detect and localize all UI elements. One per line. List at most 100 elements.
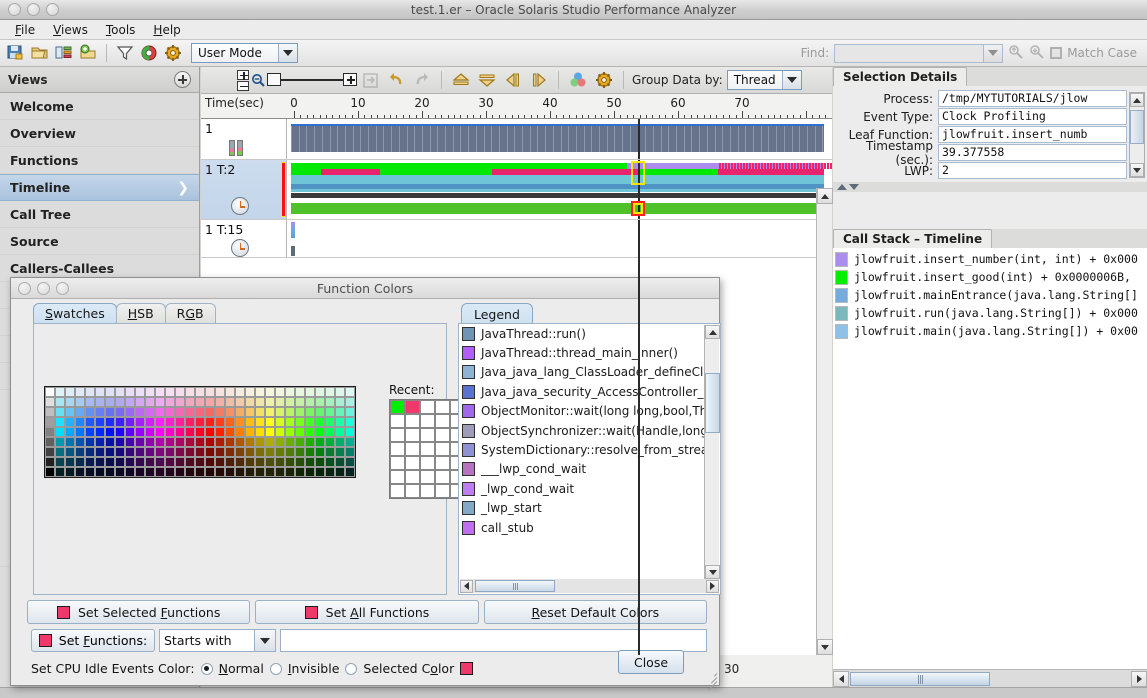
scroll-thumb[interactable] [850, 671, 990, 686]
legend-color-swatch[interactable] [462, 326, 475, 341]
color-swatch[interactable] [255, 437, 265, 447]
color-swatch[interactable] [185, 387, 195, 397]
color-swatch[interactable] [195, 387, 205, 397]
color-swatch[interactable] [185, 397, 195, 407]
filter-icon[interactable] [114, 42, 136, 64]
color-swatch[interactable] [85, 437, 95, 447]
menu-help[interactable]: Help [144, 21, 189, 39]
color-swatch[interactable] [235, 467, 245, 477]
legend-color-swatch[interactable] [462, 443, 475, 458]
timeline-row-label-t15[interactable]: 1 T:15 [201, 220, 287, 261]
color-swatch[interactable] [315, 457, 325, 467]
color-swatch[interactable] [105, 407, 115, 417]
legend-color-swatch[interactable] [462, 462, 475, 477]
color-swatch[interactable] [305, 427, 315, 437]
color-swatch[interactable] [305, 407, 315, 417]
color-swatch[interactable] [155, 407, 165, 417]
search-input[interactable] [834, 43, 985, 63]
add-experiment-icon[interactable] [77, 42, 99, 64]
color-swatch[interactable] [245, 397, 255, 407]
list-item[interactable]: Java_java_lang_ClassLoader_defineCla [459, 363, 711, 382]
color-swatch[interactable] [295, 387, 305, 397]
color-swatch[interactable] [265, 387, 275, 397]
color-swatch[interactable] [185, 407, 195, 417]
color-swatch[interactable] [335, 417, 345, 427]
color-swatch[interactable] [165, 447, 175, 457]
color-swatch[interactable] [315, 437, 325, 447]
color-swatch[interactable] [75, 417, 85, 427]
color-swatch[interactable] [105, 417, 115, 427]
color-swatch[interactable] [75, 457, 85, 467]
color-swatch[interactable] [255, 427, 265, 437]
color-swatch[interactable] [195, 437, 205, 447]
call-stack-horizontal-scrollbar[interactable] [833, 669, 1147, 687]
color-swatch[interactable] [335, 407, 345, 417]
color-swatch[interactable] [205, 457, 215, 467]
recent-color-swatch[interactable] [420, 470, 435, 484]
recent-color-swatch[interactable] [435, 414, 450, 428]
color-swatch[interactable] [215, 447, 225, 457]
color-swatch[interactable] [115, 437, 125, 447]
recent-colors-grid[interactable] [389, 399, 466, 499]
color-swatch[interactable] [105, 387, 115, 397]
list-item[interactable]: ObjectMonitor::wait(long long,bool,Thr [459, 402, 712, 421]
color-swatch[interactable] [225, 407, 235, 417]
color-swatch[interactable] [325, 447, 335, 457]
color-swatch[interactable] [75, 437, 85, 447]
color-swatch[interactable] [55, 437, 65, 447]
color-swatch[interactable] [155, 457, 165, 467]
step-left-icon[interactable] [501, 69, 525, 91]
color-swatch[interactable] [245, 417, 255, 427]
color-swatch[interactable] [125, 457, 135, 467]
scroll-up-button[interactable] [817, 188, 833, 204]
color-swatch[interactable] [285, 407, 295, 417]
color-swatch[interactable] [195, 427, 205, 437]
color-swatch[interactable] [345, 447, 355, 457]
color-swatch[interactable] [55, 407, 65, 417]
color-swatch[interactable] [175, 437, 185, 447]
list-item[interactable]: jlowfruit.main(java.lang.String[]) + 0x0… [835, 322, 1147, 340]
color-swatch[interactable] [295, 397, 305, 407]
color-swatch[interactable] [55, 467, 65, 477]
color-swatch[interactable] [285, 467, 295, 477]
sidebar-item-call-tree[interactable]: Call Tree [0, 201, 199, 228]
color-swatch[interactable] [75, 447, 85, 457]
color-swatch[interactable] [175, 447, 185, 457]
color-swatch[interactable] [65, 457, 75, 467]
mode-combo[interactable]: User Mode [191, 43, 298, 63]
recent-color-swatch[interactable] [435, 442, 450, 456]
color-swatch[interactable] [305, 467, 315, 477]
color-swatch[interactable] [325, 467, 335, 477]
color-swatch[interactable] [105, 397, 115, 407]
list-item[interactable]: ObjectSynchronizer::wait(Handle,long [459, 421, 708, 440]
color-swatch[interactable] [345, 397, 355, 407]
color-swatch[interactable] [155, 417, 165, 427]
color-swatch[interactable] [65, 387, 75, 397]
color-swatch[interactable] [185, 467, 195, 477]
goto-next-event-icon[interactable] [475, 69, 499, 91]
legend-color-swatch[interactable] [462, 520, 475, 535]
color-swatch[interactable] [335, 387, 345, 397]
color-swatch[interactable] [125, 437, 135, 447]
tab-swatches[interactable]: Swatches [33, 303, 117, 323]
color-swatch[interactable] [145, 427, 155, 437]
dialog-resize-grip[interactable] [703, 670, 718, 691]
color-swatch[interactable] [265, 437, 275, 447]
find-next-icon[interactable] [1029, 44, 1045, 63]
recent-color-swatch[interactable] [435, 400, 450, 414]
color-swatch[interactable] [145, 387, 155, 397]
list-item[interactable]: jlowfruit.insert_number(int, int) + 0x00… [835, 250, 1147, 268]
recent-color-swatch[interactable] [435, 456, 450, 470]
compare-experiment-icon[interactable] [53, 42, 75, 64]
color-swatch[interactable] [295, 427, 305, 437]
color-swatch[interactable] [255, 407, 265, 417]
match-case-checkbox[interactable] [1050, 47, 1063, 59]
color-swatch[interactable] [165, 437, 175, 447]
splitter-collapse-up-icon[interactable] [837, 184, 847, 190]
color-swatch[interactable] [75, 397, 85, 407]
color-swatch[interactable] [315, 447, 325, 457]
color-swatch[interactable] [215, 467, 225, 477]
color-swatch[interactable] [225, 457, 235, 467]
zoom-step-buttons[interactable] [237, 69, 249, 91]
color-swatch[interactable] [265, 417, 275, 427]
